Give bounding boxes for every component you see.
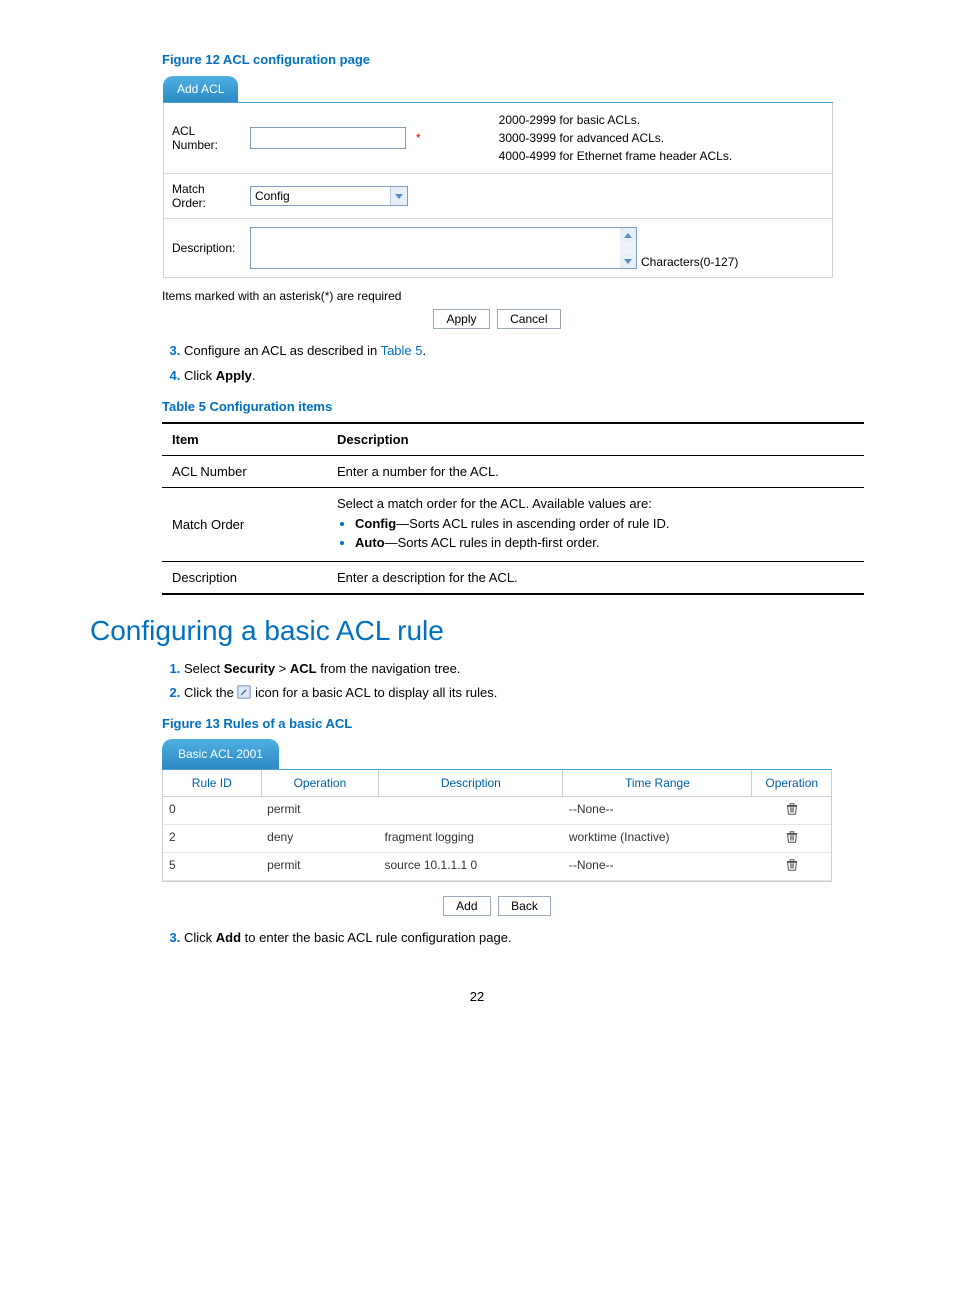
col-ruleid: Rule ID bbox=[163, 770, 262, 796]
description-textarea[interactable] bbox=[250, 227, 637, 269]
cell-ruleid: 5 bbox=[163, 853, 261, 880]
cell-timerange: worktime (Inactive) bbox=[563, 825, 752, 852]
text: Select a match order for the ACL. Availa… bbox=[337, 496, 854, 511]
edit-icon bbox=[237, 685, 251, 699]
scrollbar[interactable] bbox=[620, 228, 636, 268]
trash-icon[interactable] bbox=[785, 802, 799, 816]
scroll-down-icon[interactable] bbox=[620, 254, 636, 268]
cell-description bbox=[379, 797, 563, 824]
step-2: Click the icon for a basic ACL to displa… bbox=[184, 683, 864, 704]
step-1: Select Security > ACL from the navigatio… bbox=[184, 659, 864, 680]
text: . bbox=[252, 368, 256, 383]
col-item: Item bbox=[162, 423, 327, 456]
col-operation2: Operation bbox=[752, 770, 831, 796]
rules-header: Rule ID Operation Description Time Range… bbox=[163, 770, 831, 797]
acl-range-hint: 2000-2999 for basic ACLs. 3000-3999 for … bbox=[499, 111, 732, 165]
bullet: Config—Sorts ACL rules in ascending orde… bbox=[355, 515, 854, 531]
cancel-button[interactable]: Cancel bbox=[497, 309, 560, 329]
cell-operation: permit bbox=[261, 853, 378, 880]
text: icon for a basic ACL to display all its … bbox=[255, 685, 497, 700]
cell-desc: Enter a description for the ACL. bbox=[327, 561, 864, 594]
cell-timerange: --None-- bbox=[563, 853, 752, 880]
back-button[interactable]: Back bbox=[498, 896, 551, 916]
figure13-caption: Figure 13 Rules of a basic ACL bbox=[162, 716, 864, 731]
instruction-list-3: Click Add to enter the basic ACL rule co… bbox=[162, 928, 864, 949]
trash-icon[interactable] bbox=[785, 858, 799, 872]
apply-button[interactable]: Apply bbox=[433, 309, 489, 329]
hint-line: 4000-4999 for Ethernet frame header ACLs… bbox=[499, 147, 732, 165]
table-row: 5permitsource 10.1.1.1 0--None-- bbox=[163, 853, 831, 881]
text: > bbox=[275, 661, 290, 676]
page-number: 22 bbox=[90, 989, 864, 1004]
table5-caption: Table 5 Configuration items bbox=[162, 399, 864, 414]
cell-ruleid: 0 bbox=[163, 797, 261, 824]
step-4: Click Apply. bbox=[184, 366, 864, 387]
table-row: 2denyfragment loggingworktime (Inactive) bbox=[163, 825, 831, 853]
apply-text: Apply bbox=[216, 368, 252, 383]
add-button[interactable]: Add bbox=[443, 896, 490, 916]
cell-delete bbox=[752, 853, 831, 880]
text: Select bbox=[184, 661, 224, 676]
bullet: Auto—Sorts ACL rules in depth-first orde… bbox=[355, 534, 854, 550]
text: Click the bbox=[184, 685, 237, 700]
text: from the navigation tree. bbox=[317, 661, 461, 676]
col-timerange: Time Range bbox=[563, 770, 752, 796]
instruction-list-2: Select Security > ACL from the navigatio… bbox=[162, 659, 864, 705]
cell-item: Description bbox=[162, 561, 327, 594]
text: Security bbox=[224, 661, 275, 676]
cell-delete bbox=[752, 797, 831, 824]
basic-acl-tab[interactable]: Basic ACL 2001 bbox=[162, 739, 279, 769]
description-label: Description: bbox=[172, 241, 242, 255]
text: Click bbox=[184, 368, 216, 383]
acl-number-label: ACL Number: bbox=[172, 124, 242, 152]
text: —Sorts ACL rules in depth-first order. bbox=[385, 535, 600, 550]
cell-description: source 10.1.1.1 0 bbox=[379, 853, 563, 880]
trash-icon[interactable] bbox=[785, 830, 799, 844]
cell-timerange: --None-- bbox=[563, 797, 752, 824]
scroll-up-icon[interactable] bbox=[620, 228, 636, 242]
cell-item: Match Order bbox=[162, 487, 327, 561]
text: —Sorts ACL rules in ascending order of r… bbox=[396, 516, 669, 531]
figure12-caption: Figure 12 ACL configuration page bbox=[162, 52, 864, 67]
text: to enter the basic ACL rule configuratio… bbox=[241, 930, 512, 945]
table-row: 0permit --None-- bbox=[163, 797, 831, 825]
match-order-label: Match Order: bbox=[172, 182, 242, 210]
char-limit-note: Characters(0-127) bbox=[641, 255, 738, 269]
figure12-screenshot: Add ACL ACL Number: * 2000-2999 for basi… bbox=[162, 75, 834, 279]
text: Add bbox=[216, 930, 241, 945]
hint-line: 3000-3999 for advanced ACLs. bbox=[499, 129, 732, 147]
cell-operation: permit bbox=[261, 797, 378, 824]
cell-operation: deny bbox=[261, 825, 378, 852]
section-heading: Configuring a basic ACL rule bbox=[90, 615, 864, 647]
cell-description: fragment logging bbox=[379, 825, 563, 852]
required-note: Items marked with an asterisk(*) are req… bbox=[162, 289, 864, 303]
col-operation: Operation bbox=[262, 770, 380, 796]
cell-ruleid: 2 bbox=[163, 825, 261, 852]
add-acl-tab[interactable]: Add ACL bbox=[163, 76, 238, 102]
step-3: Configure an ACL as described in Table 5… bbox=[184, 341, 864, 362]
cell-delete bbox=[752, 825, 831, 852]
col-description: Description bbox=[379, 770, 563, 796]
figure13-screenshot: Basic ACL 2001 Rule ID Operation Descrip… bbox=[162, 739, 832, 882]
instruction-list: Configure an ACL as described in Table 5… bbox=[162, 341, 864, 387]
cell-desc: Enter a number for the ACL. bbox=[327, 455, 864, 487]
required-star: * bbox=[416, 131, 421, 145]
step-3b: Click Add to enter the basic ACL rule co… bbox=[184, 928, 864, 949]
text: Configure an ACL as described in bbox=[184, 343, 381, 358]
hint-line: 2000-2999 for basic ACLs. bbox=[499, 111, 732, 129]
config-items-table: Item Description ACL Number Enter a numb… bbox=[162, 422, 864, 595]
table5-link[interactable]: Table 5 bbox=[381, 343, 423, 358]
text: ACL bbox=[290, 661, 317, 676]
cell-desc: Select a match order for the ACL. Availa… bbox=[327, 487, 864, 561]
text: Auto bbox=[355, 535, 385, 550]
cell-item: ACL Number bbox=[162, 455, 327, 487]
match-order-select[interactable]: Config bbox=[250, 186, 408, 206]
text: Config bbox=[355, 516, 396, 531]
chevron-down-icon bbox=[390, 187, 407, 205]
acl-number-input[interactable] bbox=[250, 127, 406, 149]
text: Click bbox=[184, 930, 216, 945]
col-description: Description bbox=[327, 423, 864, 456]
text: . bbox=[423, 343, 427, 358]
match-order-value: Config bbox=[251, 187, 390, 205]
